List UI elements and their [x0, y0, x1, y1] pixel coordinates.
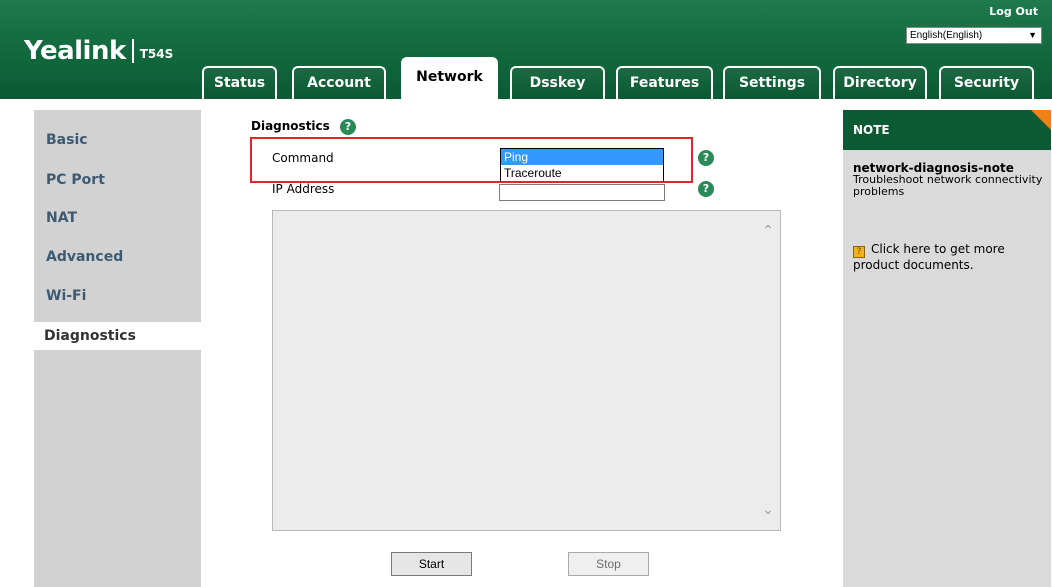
tab-label: Status: [213, 75, 266, 91]
note-corner-decoration: [1031, 110, 1051, 130]
note-text: Troubleshoot network connectivity proble…: [853, 173, 1043, 198]
network-sidebar: Basic PC Port NAT Advanced Wi-Fi Diagnos…: [34, 110, 201, 587]
sidebar-item-basic[interactable]: Basic: [46, 132, 88, 148]
tab-features[interactable]: Features: [616, 66, 713, 99]
tab-directory[interactable]: Directory: [833, 66, 927, 99]
tab-security[interactable]: Security: [939, 66, 1034, 99]
sidebar-item-pc-port[interactable]: PC Port: [46, 172, 105, 188]
tab-label: Dsskey: [529, 75, 586, 91]
logout-link[interactable]: Log Out: [989, 5, 1038, 18]
help-icon[interactable]: ?: [698, 150, 714, 166]
note-body: network-diagnosis-note Troubleshoot netw…: [853, 162, 1043, 198]
product-documents-link[interactable]: ? Click here to get more product document…: [853, 242, 1043, 272]
tab-status[interactable]: Status: [202, 66, 277, 99]
section-title: Diagnostics ?: [251, 119, 356, 135]
tab-label: Settings: [738, 75, 806, 91]
scroll-down-arrow-icon[interactable]: ⌄: [762, 502, 774, 518]
start-button[interactable]: Start: [391, 552, 472, 576]
sidebar-item-diagnostics[interactable]: Diagnostics: [34, 322, 201, 350]
sidebar-item-advanced[interactable]: Advanced: [46, 249, 123, 265]
tab-network[interactable]: Network: [401, 57, 498, 99]
tab-dsskey[interactable]: Dsskey: [510, 66, 605, 99]
tab-label: Security: [953, 75, 1020, 91]
language-select[interactable]: English(English) ▼: [906, 27, 1042, 44]
language-selected-value: English(English): [910, 30, 983, 41]
chevron-down-icon: ▼: [1028, 30, 1037, 40]
brand-name: Yealink: [24, 36, 126, 66]
note-header: NOTE: [843, 110, 1051, 150]
tab-account[interactable]: Account: [292, 66, 386, 99]
tab-label: Network: [416, 69, 483, 85]
tab-label: Directory: [843, 75, 917, 91]
top-header: Yealink T54S Log Out English(English) ▼ …: [0, 0, 1052, 99]
sidebar-item-wifi[interactable]: Wi-Fi: [46, 288, 86, 304]
sidebar-item-nat[interactable]: NAT: [46, 210, 77, 226]
stop-button[interactable]: Stop: [568, 552, 649, 576]
doc-link-text: Click here to get more product documents…: [853, 242, 1005, 272]
document-icon: ?: [853, 246, 865, 258]
diagnostics-output-area[interactable]: ⌃ ⌄: [272, 210, 781, 531]
note-panel: NOTE network-diagnosis-note Troubleshoot…: [843, 110, 1051, 587]
tab-label: Features: [629, 75, 700, 91]
logo-divider: [131, 39, 134, 63]
tab-settings[interactable]: Settings: [723, 66, 821, 99]
tab-label: Account: [307, 75, 371, 91]
model-name: T54S: [139, 47, 174, 61]
ip-address-input[interactable]: [499, 184, 665, 201]
scroll-up-arrow-icon[interactable]: ⌃: [762, 223, 774, 239]
brand-logo: Yealink T54S: [24, 36, 173, 66]
ip-address-label: IP Address: [272, 182, 335, 196]
section-title-text: Diagnostics: [251, 119, 330, 133]
help-icon[interactable]: ?: [698, 181, 714, 197]
highlight-box: [250, 137, 693, 183]
help-icon[interactable]: ?: [339, 119, 356, 135]
